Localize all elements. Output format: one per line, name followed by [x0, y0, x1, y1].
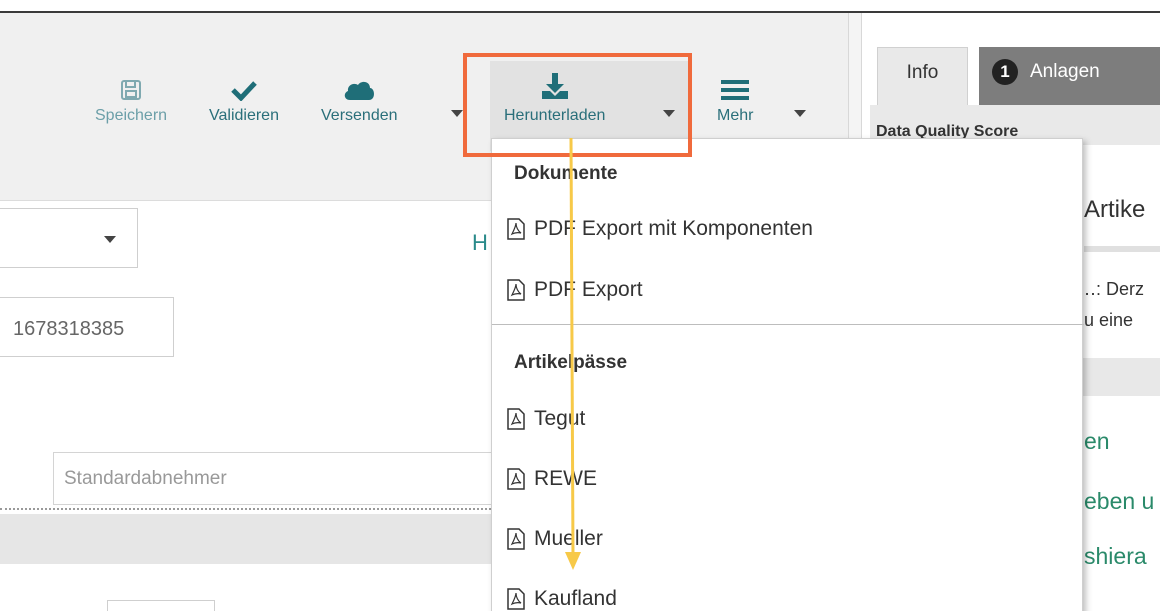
send-chevron-down-icon[interactable] [451, 110, 463, 117]
link-text[interactable]: H [472, 230, 488, 256]
more-label: Mehr [717, 107, 754, 124]
validate-label: Validieren [209, 107, 279, 124]
section-bar [1082, 358, 1160, 396]
pdf-icon [506, 218, 526, 240]
menu-icon [721, 71, 750, 101]
small-input[interactable] [107, 600, 215, 611]
more-chevron-down-icon[interactable] [794, 110, 806, 117]
green-link-1[interactable]: en [1084, 428, 1110, 455]
menu-item-label: Kaufland [534, 587, 617, 610]
green-link-3[interactable]: shiera [1084, 543, 1147, 570]
menu-item-kaufland[interactable]: Kaufland [506, 587, 617, 611]
divider [1084, 246, 1160, 252]
send-button[interactable]: Versenden [321, 71, 398, 125]
chevron-down-icon [104, 236, 116, 243]
select-dropdown[interactable] [0, 208, 138, 268]
divider [0, 508, 495, 510]
save-icon [120, 71, 142, 101]
info-line-1: ‥: Derz [1084, 279, 1145, 299]
cloud-icon [342, 71, 376, 101]
save-button[interactable]: Speichern [95, 71, 167, 125]
more-button[interactable]: Mehr [717, 71, 753, 125]
attachments-count-badge: 1 [992, 59, 1018, 85]
pdf-icon [506, 279, 526, 301]
pdf-icon [506, 468, 526, 490]
tab-attachments[interactable]: 1 Anlagen [979, 47, 1160, 105]
pdf-icon [506, 528, 526, 550]
send-label: Versenden [321, 107, 398, 124]
artikel-heading: Artike [1084, 196, 1146, 223]
save-label: Speichern [95, 107, 168, 124]
tab-info[interactable]: Info [877, 47, 968, 105]
pdf-icon [506, 408, 526, 430]
section-bar [0, 514, 495, 564]
green-link-2[interactable]: eben u [1084, 488, 1154, 515]
annotation-arrow-icon [565, 138, 581, 570]
tab-attachments-label: Anlagen [1030, 61, 1100, 82]
id-field[interactable]: 1678318385 [0, 297, 174, 357]
menu-item-pdf-export-components[interactable]: PDF Export mit Komponenten [506, 217, 813, 241]
pdf-icon [506, 588, 526, 610]
checkmark-icon [231, 71, 257, 101]
validate-button[interactable]: Validieren [209, 71, 279, 125]
info-line-2: u eine [1084, 310, 1134, 330]
standard-customer-field[interactable]: Standardabnehmer [53, 452, 503, 505]
